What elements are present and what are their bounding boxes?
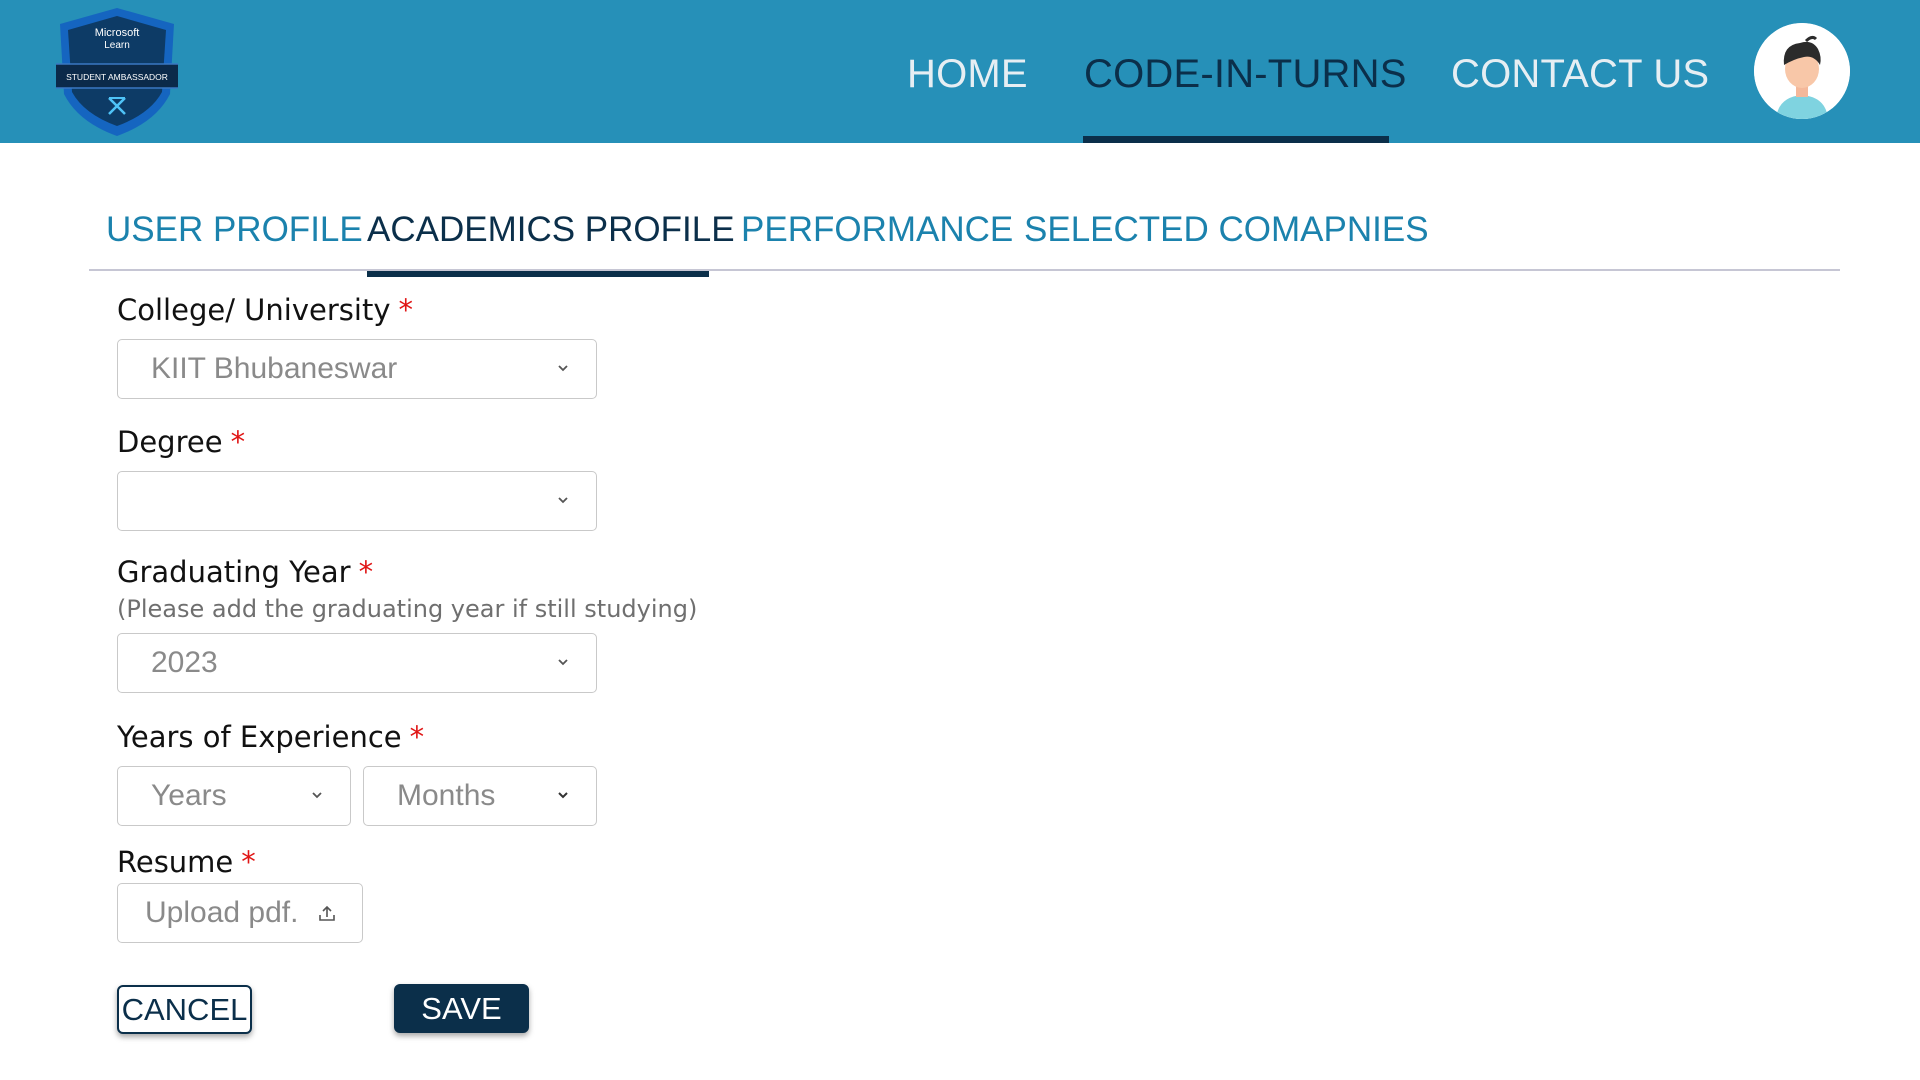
degree-label: Degree * xyxy=(117,425,246,459)
nav-code-in-turns[interactable]: CODE-IN-TURNS xyxy=(1084,48,1407,100)
experience-label: Years of Experience * xyxy=(117,720,425,754)
chevron-down-icon xyxy=(558,659,568,666)
college-label: College/ University * xyxy=(117,293,413,327)
logo-text-line2: Learn xyxy=(104,40,130,51)
required-asterisk: * xyxy=(230,425,246,459)
experience-years-select[interactable]: Years xyxy=(117,766,351,826)
user-avatar-button[interactable] xyxy=(1754,23,1850,119)
degree-select[interactable] xyxy=(117,471,597,531)
college-select[interactable]: KIIT Bhubaneswar xyxy=(117,339,597,399)
student-ambassador-logo[interactable]: Microsoft Learn STUDENT AMBASSADOR xyxy=(56,6,178,138)
logo-banner-text: STUDENT AMBASSADOR xyxy=(66,72,168,82)
tab-performance[interactable]: PERFORMANCE xyxy=(741,205,1013,255)
save-button[interactable]: SAVE xyxy=(394,984,529,1033)
tab-user-profile[interactable]: USER PROFILE xyxy=(106,205,363,255)
tabs-divider xyxy=(89,269,1840,271)
tab-academics-profile[interactable]: ACADEMICS PROFILE xyxy=(367,205,735,255)
nav-active-indicator xyxy=(1083,136,1389,143)
nav-home[interactable]: HOME xyxy=(907,48,1028,100)
chevron-down-icon xyxy=(558,497,568,504)
required-asterisk: * xyxy=(409,720,425,754)
experience-years-placeholder: Years xyxy=(151,779,227,812)
graduating-year-select[interactable]: 2023 xyxy=(117,633,597,693)
resume-label: Resume * xyxy=(117,845,256,879)
graduating-year-hint: (Please add the graduating year if still… xyxy=(117,595,698,623)
required-asterisk: * xyxy=(241,845,256,879)
cancel-button[interactable]: CANCEL xyxy=(117,985,252,1034)
experience-months-select[interactable]: Months xyxy=(363,766,597,826)
resume-upload-placeholder: Upload pdf. xyxy=(145,896,299,929)
upload-icon xyxy=(319,905,335,921)
required-asterisk: * xyxy=(358,555,374,589)
logo-text-line1: Microsoft xyxy=(95,27,140,39)
user-avatar-icon xyxy=(1754,23,1850,119)
required-asterisk: * xyxy=(398,293,413,327)
top-navbar: Microsoft Learn STUDENT AMBASSADOR HOME … xyxy=(0,0,1920,143)
chevron-down-icon xyxy=(558,365,568,372)
tab-active-indicator xyxy=(367,271,709,277)
graduating-year-select-value: 2023 xyxy=(151,646,218,679)
experience-months-placeholder: Months xyxy=(397,779,496,812)
tab-selected-companies[interactable]: SELECTED COMAPNIES xyxy=(1024,205,1429,255)
chevron-down-icon xyxy=(312,792,322,799)
chevron-down-icon xyxy=(558,792,568,799)
nav-contact-us[interactable]: CONTACT US xyxy=(1451,48,1709,100)
graduating-year-label: Graduating Year * xyxy=(117,555,374,589)
resume-upload-field[interactable]: Upload pdf. xyxy=(117,883,363,943)
college-select-value: KIIT Bhubaneswar xyxy=(151,352,398,385)
